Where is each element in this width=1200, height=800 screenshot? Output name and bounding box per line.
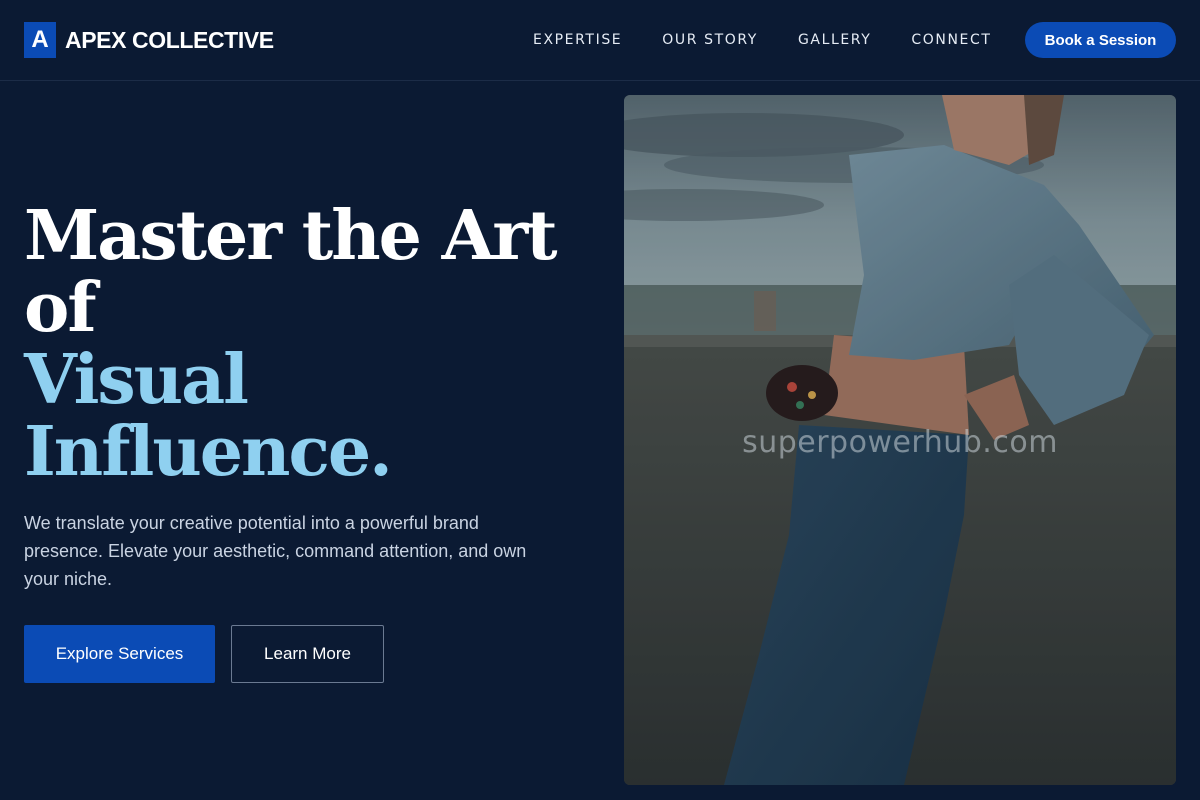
- learn-more-button[interactable]: Learn More: [231, 625, 384, 683]
- headline-line-4: Influence.: [24, 412, 393, 492]
- logo-mark: A: [24, 22, 56, 58]
- nav-link-expertise[interactable]: EXPERTISE: [533, 30, 622, 50]
- hero-photo: superpowerhub.com: [624, 95, 1176, 785]
- logo[interactable]: A APEX COLLECTIVE: [24, 22, 274, 58]
- nav-link-gallery[interactable]: GALLERY: [798, 30, 871, 50]
- hero-headline: Master the Art of Visual Influence.: [24, 200, 584, 488]
- nav-link-our-story[interactable]: OUR STORY: [662, 30, 758, 50]
- hero-subtext: We translate your creative potential int…: [24, 513, 527, 589]
- headline-line-2: of: [24, 268, 97, 348]
- image-watermark: superpowerhub.com: [742, 425, 1058, 460]
- explore-services-button[interactable]: Explore Services: [24, 625, 215, 683]
- main-nav: EXPERTISE OUR STORY GALLERY CONNECT: [533, 30, 992, 50]
- site-header: A APEX COLLECTIVE EXPERTISE OUR STORY GA…: [0, 0, 1200, 81]
- nav-link-connect[interactable]: CONNECT: [911, 30, 991, 50]
- headline-line-3: Visual: [24, 340, 249, 420]
- book-session-button[interactable]: Book a Session: [1025, 22, 1176, 58]
- headline-line-1: Master the Art: [24, 196, 558, 276]
- logo-text: APEX COLLECTIVE: [65, 26, 274, 53]
